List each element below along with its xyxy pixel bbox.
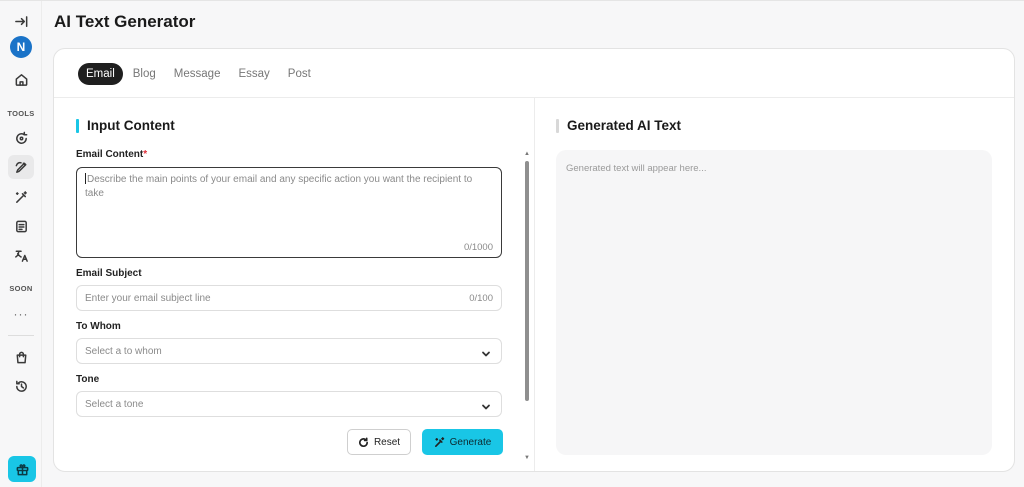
tab-message[interactable]: Message	[166, 63, 229, 85]
rotate-refresh-icon[interactable]	[10, 127, 32, 149]
scroll-up-arrow-icon[interactable]: ▲	[524, 151, 530, 157]
generate-button-label: Generate	[449, 436, 492, 448]
output-section-title-text: Generated AI Text	[567, 118, 682, 133]
pen-tool-icon[interactable]	[8, 155, 34, 179]
document-text-icon[interactable]	[10, 215, 32, 237]
sidebar-divider	[8, 335, 34, 336]
email-content-placeholder: Describe the main points of your email a…	[85, 174, 473, 199]
to-whom-select[interactable]: Select a to whom	[76, 338, 502, 364]
required-mark: *	[143, 149, 148, 160]
home-icon[interactable]	[10, 68, 32, 90]
generator-card: Email Blog Message Essay Post Input Cont…	[53, 48, 1015, 472]
sidebar: N TOOLS SOON ···	[0, 1, 42, 487]
section-accent-bar	[76, 118, 79, 133]
generated-text-output[interactable]: Generated text will appear here...	[556, 150, 992, 455]
tone-select[interactable]: Select a tone	[76, 391, 502, 417]
email-content-textarea[interactable]: Describe the main points of your email a…	[76, 167, 502, 258]
history-icon[interactable]	[10, 375, 32, 397]
email-content-counter: 0/1000	[463, 242, 493, 253]
soon-label: SOON	[9, 284, 33, 293]
email-subject-counter: 0/100	[469, 293, 493, 304]
output-section-title: Generated AI Text	[556, 118, 681, 133]
translate-icon[interactable]	[10, 244, 32, 266]
reset-button[interactable]: Reset	[347, 429, 411, 455]
tone-placeholder: Select a tone	[85, 399, 144, 410]
shopping-bag-icon[interactable]	[10, 346, 32, 368]
tab-post[interactable]: Post	[280, 63, 319, 85]
email-content-label-text: Email Content	[76, 149, 144, 160]
magic-wand-icon	[434, 436, 444, 447]
email-subject-label: Email Subject	[76, 268, 142, 279]
input-section-title-text: Input Content	[87, 118, 175, 133]
chevron-down-icon	[481, 346, 491, 357]
tab-blog[interactable]: Blog	[125, 63, 164, 85]
to-whom-placeholder: Select a to whom	[85, 346, 162, 357]
magic-wand-icon[interactable]	[10, 186, 32, 208]
chevron-down-icon	[481, 399, 491, 410]
section-accent-bar	[556, 118, 559, 133]
email-subject-placeholder: Enter your email subject line	[85, 293, 211, 304]
content-type-tabs: Email Blog Message Essay Post	[78, 63, 319, 85]
reset-icon	[359, 437, 368, 447]
scroll-thumb[interactable]	[525, 161, 529, 401]
gift-icon[interactable]	[8, 456, 36, 482]
collapse-arrow-icon[interactable]	[10, 10, 32, 32]
more-dots-icon[interactable]: ···	[0, 307, 42, 321]
email-content-label: Email Content*	[76, 149, 147, 160]
email-subject-input[interactable]: Enter your email subject line 0/100	[76, 285, 502, 311]
tab-essay[interactable]: Essay	[230, 63, 277, 85]
page-title: AI Text Generator	[54, 12, 196, 31]
generated-text-placeholder: Generated text will appear here...	[566, 163, 707, 174]
avatar[interactable]: N	[10, 36, 32, 58]
generate-button[interactable]: Generate	[422, 429, 503, 455]
tools-label: TOOLS	[7, 109, 35, 118]
top-border	[0, 0, 1024, 1]
input-scrollbar[interactable]: ▲ ▼	[524, 151, 530, 461]
text-caret	[85, 173, 86, 184]
tab-email[interactable]: Email	[78, 63, 123, 85]
to-whom-label: To Whom	[76, 321, 121, 332]
input-section-title: Input Content	[76, 118, 175, 133]
reset-button-label: Reset	[373, 436, 401, 448]
scroll-down-arrow-icon[interactable]: ▼	[524, 455, 530, 461]
column-divider	[534, 98, 535, 471]
tone-label: Tone	[76, 374, 100, 385]
